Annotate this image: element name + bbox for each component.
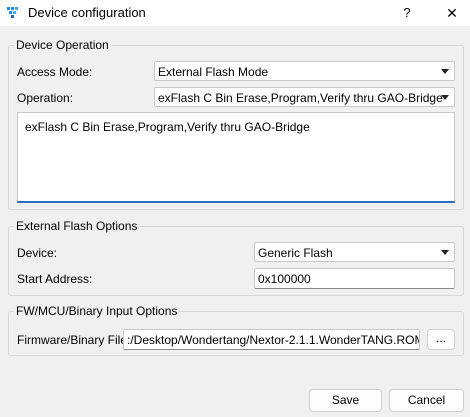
device-select[interactable]: Generic Flash: [254, 242, 455, 262]
operation-value: exFlash C Bin Erase,Program,Verify thru …: [158, 91, 443, 105]
save-label: Save: [331, 393, 360, 407]
access-mode-select[interactable]: External Flash Mode: [154, 61, 455, 81]
chevron-down-icon: [441, 69, 449, 74]
external-flash-title: External Flash Options: [14, 219, 140, 233]
operation-label: Operation:: [17, 91, 74, 105]
start-address-input[interactable]: 0x100000: [254, 268, 455, 289]
cancel-label: Cancel: [407, 393, 446, 407]
binary-file-value: :/Desktop/Wondertang/Nextor-2.1.1.Wonder…: [127, 333, 420, 347]
binary-file-input[interactable]: :/Desktop/Wondertang/Nextor-2.1.1.Wonder…: [123, 329, 420, 350]
cancel-button[interactable]: Cancel: [389, 389, 464, 412]
title-bar: Device configuration ? ✕: [0, 0, 470, 26]
operation-select[interactable]: exFlash C Bin Erase,Program,Verify thru …: [154, 87, 455, 107]
chevron-down-icon: [441, 95, 449, 100]
browse-label: ...: [435, 331, 446, 345]
access-mode-value: External Flash Mode: [158, 65, 269, 79]
access-mode-label: Access Mode:: [17, 65, 93, 79]
binary-input-title: FW/MCU/Binary Input Options: [14, 304, 180, 318]
help-button[interactable]: ?: [391, 0, 423, 26]
save-button[interactable]: Save: [309, 389, 382, 412]
operation-description[interactable]: exFlash C Bin Erase,Program,Verify thru …: [17, 112, 455, 203]
window-title: Device configuration: [28, 5, 146, 20]
start-address-value: 0x100000: [258, 272, 311, 286]
chevron-down-icon: [441, 250, 449, 255]
app-logo-icon: [7, 7, 18, 18]
browse-button[interactable]: ...: [427, 329, 455, 350]
close-button[interactable]: ✕: [436, 0, 468, 26]
device-operation-title: Device Operation: [14, 38, 111, 52]
operation-description-text: exFlash C Bin Erase,Program,Verify thru …: [25, 120, 310, 134]
file-label: Firmware/Binary File:: [17, 333, 131, 347]
device-value: Generic Flash: [258, 246, 333, 260]
device-label: Device:: [17, 246, 58, 260]
start-address-label: Start Address:: [17, 272, 93, 286]
